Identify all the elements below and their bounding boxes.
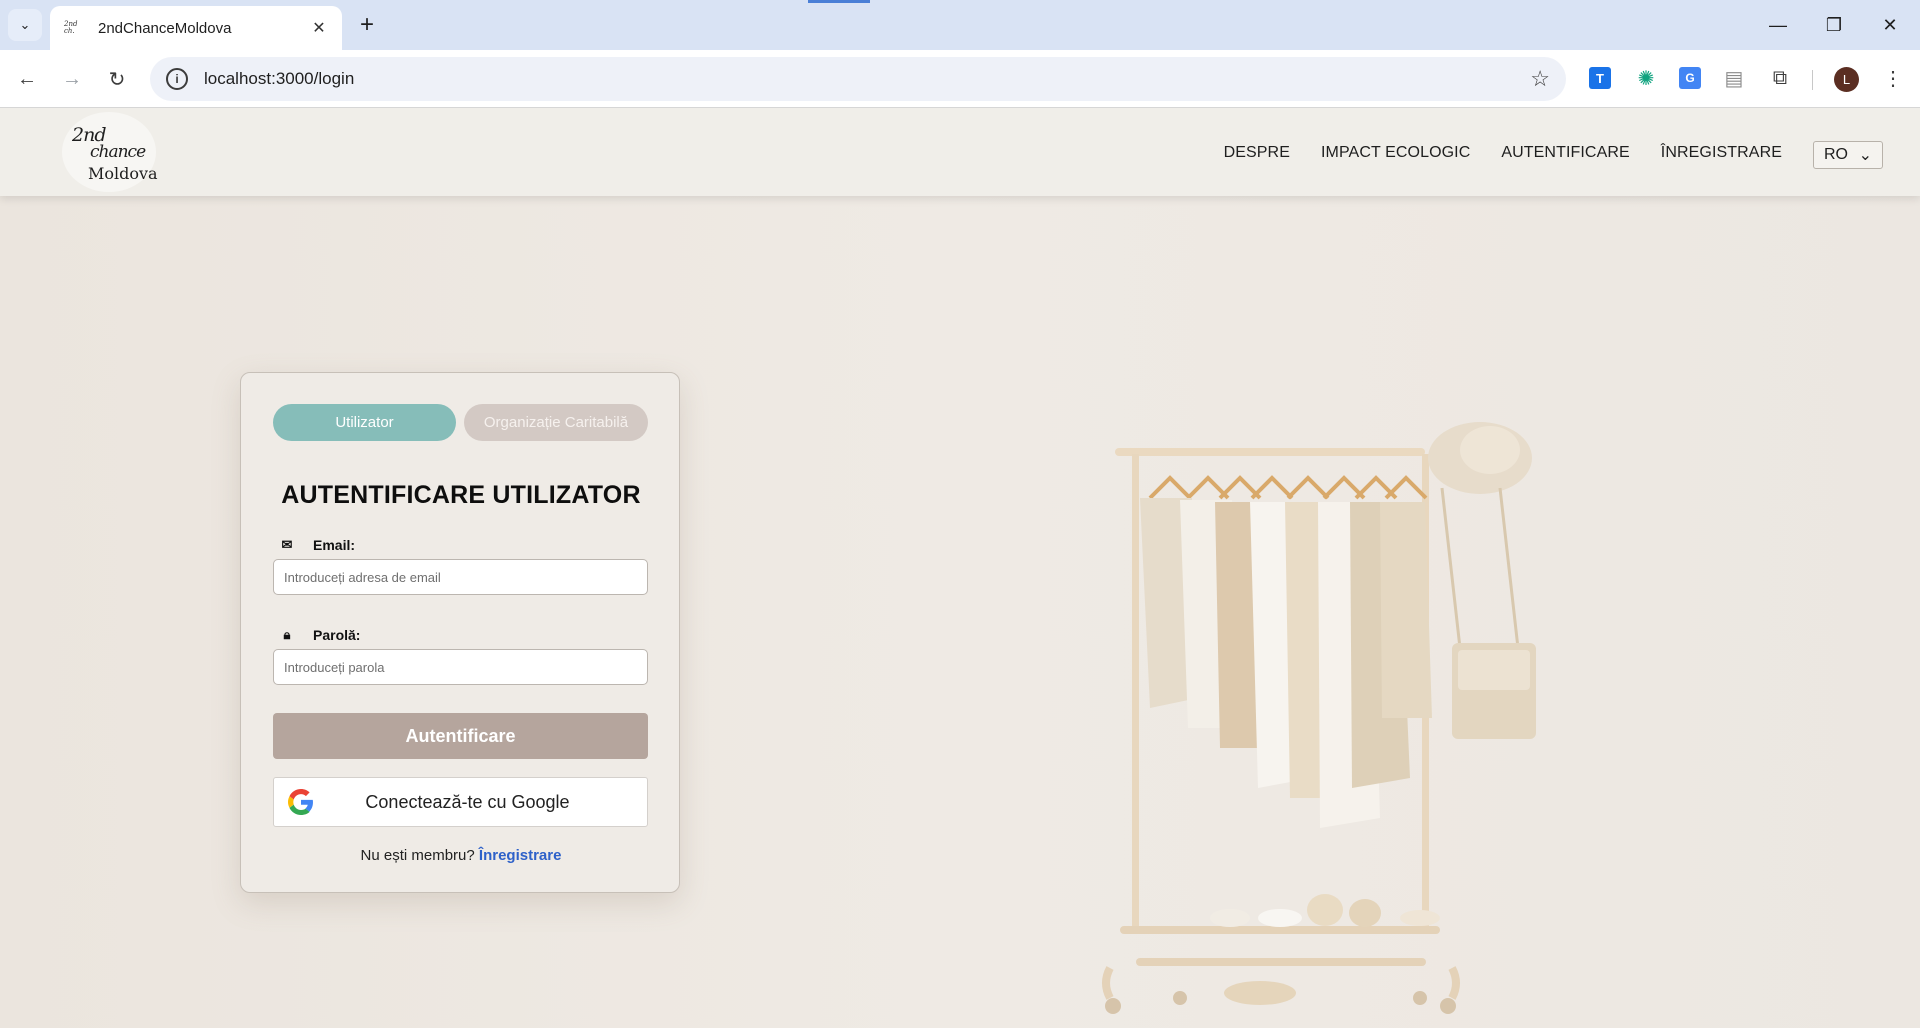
tab-strip-indicator [808, 0, 870, 3]
reload-button[interactable]: ↻ [99, 61, 135, 97]
url-text[interactable]: localhost:3000/login [204, 69, 1530, 89]
tab-charity-login[interactable]: Organizație Caritabilă [464, 404, 648, 441]
envelope-icon: ✉ [281, 537, 293, 552]
forward-button[interactable]: → [54, 61, 90, 97]
restore-window-button[interactable]: ❐ [1806, 8, 1862, 42]
toolbar-divider [1812, 70, 1813, 90]
chevron-down-icon: ⌄ [1858, 147, 1872, 164]
chevron-down-icon: ⌄ [19, 17, 31, 32]
password-input[interactable] [273, 649, 648, 685]
text-extension-icon[interactable]: T [1589, 67, 1611, 89]
google-translate-extension-icon[interactable]: G [1679, 67, 1701, 89]
login-title: AUTENTIFICARE UTILIZATOR [281, 481, 641, 509]
nav-link-despre[interactable]: DESPRE [1224, 144, 1290, 162]
close-window-button[interactable]: ✕ [1862, 8, 1918, 42]
reload-icon: ↻ [108, 68, 126, 91]
browser-tab-active[interactable]: 2nd ch. 2ndChanceMoldova ✕ [50, 6, 342, 50]
clothing-rack-illustration [1102, 422, 1536, 1014]
profile-avatar[interactable]: L [1834, 67, 1859, 92]
google-signin-label: Conectează-te cu Google [365, 791, 570, 812]
site-header: 2nd chance Moldova DESPRE IMPACT ECOLOGI… [0, 108, 1920, 196]
nav-link-impact-ecologic[interactable]: IMPACT ECOLOGIC [1321, 144, 1470, 162]
chatgpt-extension-icon[interactable]: ✺ [1631, 63, 1661, 93]
email-input[interactable] [273, 559, 648, 595]
bookmark-star-icon[interactable]: ☆ [1530, 66, 1550, 92]
lock-icon: 🔒︎ [283, 627, 291, 642]
document-extension-icon[interactable]: ▤ [1719, 63, 1749, 93]
tab-title: 2ndChanceMoldova [98, 19, 232, 37]
close-tab-icon[interactable]: ✕ [310, 18, 328, 38]
email-label: ✉ Email: [279, 537, 355, 553]
browser-tab-strip: ⌄ 2nd ch. 2ndChanceMoldova ✕ + — ❐ ✕ [0, 0, 1920, 50]
address-bar[interactable]: i localhost:3000/login ☆ [150, 57, 1566, 101]
google-icon [288, 789, 313, 815]
arrow-left-icon: ← [17, 67, 37, 90]
page-content: 2nd chance Moldova DESPRE IMPACT ECOLOGI… [0, 108, 1920, 1028]
google-signin-button[interactable]: Conectează-te cu Google [273, 777, 648, 827]
minimize-window-button[interactable]: — [1750, 8, 1806, 42]
language-value: RO [1824, 146, 1848, 163]
nav-link-autentificare[interactable]: AUTENTIFICARE [1501, 144, 1629, 162]
site-logo[interactable]: 2nd chance Moldova [62, 112, 158, 192]
signup-link[interactable]: Înregistrare [479, 847, 562, 864]
nav-link-inregistrare[interactable]: ÎNREGISTRARE [1661, 144, 1782, 162]
new-tab-button[interactable]: + [352, 10, 382, 40]
tab-search-button[interactable]: ⌄ [8, 9, 42, 41]
extensions-puzzle-icon[interactable]: ⧉ [1765, 63, 1795, 93]
browser-menu-icon[interactable]: ⋮ [1878, 63, 1908, 93]
signup-prompt: Nu ești membru? Înregistrare [360, 847, 562, 864]
password-label: 🔒︎ Parolă: [279, 627, 361, 643]
back-button[interactable]: ← [9, 61, 45, 97]
login-card: Utilizator Organizație Caritabilă AUTENT… [240, 372, 680, 893]
main-navigation: DESPRE IMPACT ECOLOGIC AUTENTIFICARE ÎNR… [1224, 144, 1782, 162]
tab-user-login[interactable]: Utilizator [273, 404, 456, 441]
site-favicon-icon: 2nd ch. [64, 20, 78, 35]
language-select[interactable]: RO ⌄ [1813, 141, 1883, 169]
site-info-icon[interactable]: i [166, 68, 188, 90]
arrow-right-icon: → [62, 67, 82, 90]
browser-toolbar: ← → ↻ i localhost:3000/login ☆ T ✺ G ▤ ⧉… [0, 50, 1920, 108]
login-submit-button[interactable]: Autentificare [273, 713, 648, 759]
